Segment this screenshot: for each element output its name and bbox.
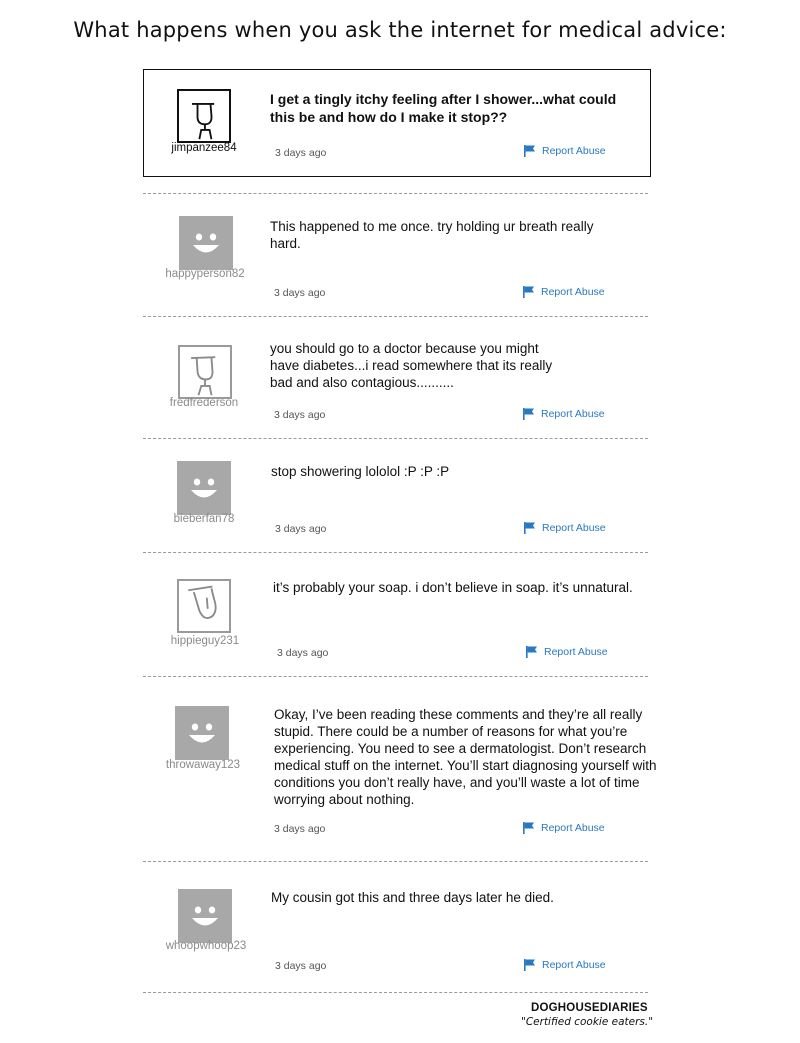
flag-icon — [524, 522, 535, 534]
answer-post: throwaway123 Okay, I’ve been reading the… — [143, 700, 656, 840]
report-abuse-label: Report Abuse — [541, 408, 605, 420]
answer-post: happyperson82 This happened to me once. … — [143, 210, 651, 310]
avatar[interactable] — [178, 889, 232, 943]
report-abuse-label: Report Abuse — [542, 145, 606, 157]
tilted-face-icon — [188, 585, 217, 619]
question-text: I get a tingly itchy feeling after I sho… — [270, 91, 617, 125]
avatar[interactable] — [177, 579, 231, 633]
divider — [143, 193, 648, 194]
smiley-icon — [189, 723, 215, 743]
brand-tagline: "Certified cookie eaters." — [521, 1016, 654, 1028]
avatar[interactable] — [175, 706, 229, 760]
flag-icon — [523, 286, 534, 298]
divider — [143, 861, 648, 862]
report-abuse-link[interactable]: Report Abuse — [524, 522, 606, 534]
answer-post: whoopwhoop23 My cousin got this and thre… — [143, 884, 651, 984]
timestamp: 3 days ago — [274, 823, 326, 835]
divider — [143, 676, 648, 677]
answer-text: This happened to me once. try holding ur… — [270, 219, 594, 251]
stick-figure-icon — [191, 103, 215, 140]
answer-post: hippieguy231 it’s probably your soap. i … — [143, 570, 651, 670]
avatar[interactable] — [177, 461, 231, 515]
username[interactable]: bieberfan78 — [144, 513, 264, 525]
timestamp: 3 days ago — [274, 287, 326, 299]
answer-text: My cousin got this and three days later … — [271, 890, 554, 905]
smiley-icon — [193, 233, 219, 253]
stick-figure-icon — [191, 356, 216, 396]
timestamp: 3 days ago — [275, 147, 327, 159]
avatar[interactable] — [177, 89, 231, 143]
username[interactable]: whoopwhoop23 — [146, 940, 266, 952]
question-post: jimpanzee84 I get a tingly itchy feeling… — [143, 69, 651, 177]
smiley-icon — [192, 906, 218, 926]
report-abuse-label: Report Abuse — [542, 959, 606, 971]
timestamp: 3 days ago — [275, 523, 327, 535]
username[interactable]: throwaway123 — [143, 759, 263, 771]
report-abuse-link[interactable]: Report Abuse — [524, 959, 606, 971]
timestamp: 3 days ago — [277, 647, 329, 659]
username[interactable]: happyperson82 — [145, 268, 265, 280]
report-abuse-label: Report Abuse — [541, 822, 605, 834]
report-abuse-link[interactable]: Report Abuse — [523, 408, 605, 420]
timestamp: 3 days ago — [275, 960, 327, 972]
flag-icon — [524, 145, 535, 157]
avatar[interactable] — [178, 345, 232, 399]
username[interactable]: fredfrederson — [144, 397, 264, 409]
answer-post: fredfrederson you should go to a doctor … — [143, 333, 651, 433]
answer-text: you should go to a doctor because you mi… — [270, 341, 553, 390]
divider — [143, 438, 648, 439]
report-abuse-link[interactable]: Report Abuse — [523, 822, 605, 834]
divider — [143, 552, 648, 553]
timestamp: 3 days ago — [274, 409, 326, 421]
flag-icon — [523, 822, 534, 834]
report-abuse-label: Report Abuse — [544, 646, 608, 658]
page-title: What happens when you ask the internet f… — [73, 18, 727, 42]
answer-text: stop showering lololol :P :P :P — [271, 464, 450, 479]
answer-text: Okay, I’ve been reading these comments a… — [274, 707, 657, 807]
report-abuse-link[interactable]: Report Abuse — [523, 286, 605, 298]
divider — [143, 316, 648, 317]
report-abuse-label: Report Abuse — [541, 286, 605, 298]
divider — [143, 992, 648, 993]
report-abuse-link[interactable]: Report Abuse — [524, 145, 606, 157]
flag-icon — [523, 408, 534, 420]
report-abuse-link[interactable]: Report Abuse — [526, 646, 608, 658]
report-abuse-label: Report Abuse — [542, 522, 606, 534]
flag-icon — [526, 646, 537, 658]
brand-name: DOGHOUSEDIARIES — [531, 1002, 648, 1014]
answer-post: bieberfan78 stop showering lololol :P :P… — [143, 455, 651, 545]
smiley-icon — [191, 478, 217, 498]
answer-text: it’s probably your soap. i don’t believe… — [273, 580, 633, 595]
flag-icon — [524, 959, 535, 971]
avatar[interactable] — [179, 216, 233, 270]
username[interactable]: hippieguy231 — [145, 635, 265, 647]
username[interactable]: jimpanzee84 — [144, 142, 264, 154]
